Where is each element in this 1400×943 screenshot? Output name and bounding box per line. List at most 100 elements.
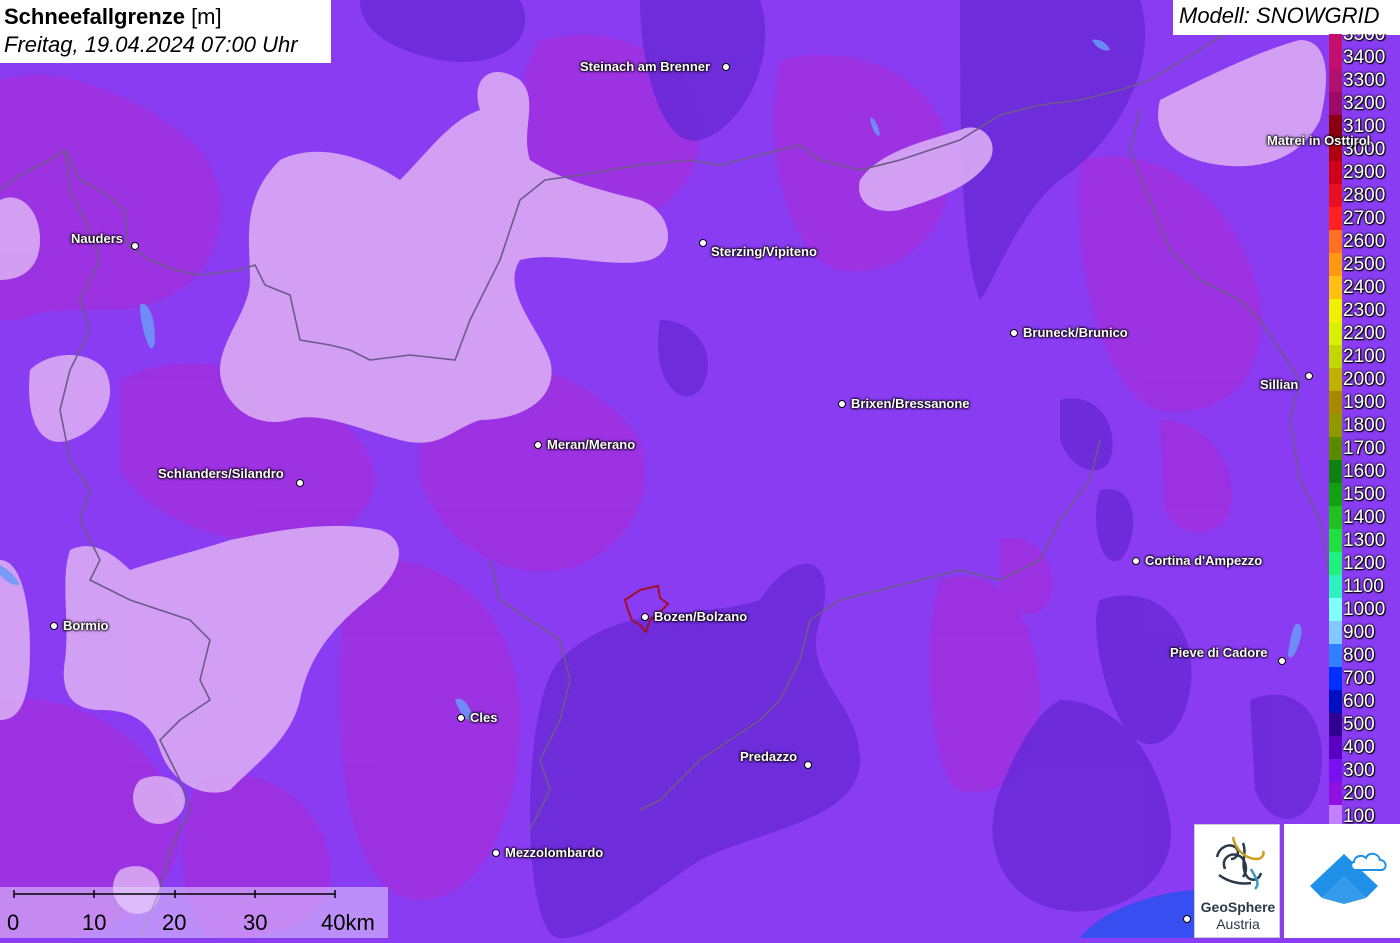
legend-row: 2200 (1329, 322, 1400, 345)
legend-swatch (1329, 621, 1342, 644)
color-legend: 3500 3400 3300 3200 3100 3000 2900 2800 2700 2600… (1329, 34, 1400, 824)
legend-swatch (1329, 253, 1342, 276)
legend-row: 700 (1329, 667, 1400, 690)
city-label: Cles (470, 710, 498, 725)
legend-row: 1700 (1329, 437, 1400, 460)
legend-swatch (1329, 805, 1342, 824)
legend-row: 2800 (1329, 184, 1400, 207)
legend-row: 2900 (1329, 161, 1400, 184)
legend-label: 700 (1343, 668, 1375, 689)
legend-label: 3200 (1343, 93, 1386, 114)
city-dot[interactable] (1132, 557, 1140, 565)
legend-row: 200 (1329, 782, 1400, 805)
city-dot[interactable] (131, 242, 139, 250)
legend-row: 1800 (1329, 414, 1400, 437)
legend-label: 3300 (1343, 70, 1386, 91)
legend-row: 2700 (1329, 207, 1400, 230)
legend-row: 800 (1329, 644, 1400, 667)
geosphere-emblem-icon (1215, 836, 1265, 890)
legend-label: 1600 (1343, 461, 1386, 482)
legend-row: 2500 (1329, 253, 1400, 276)
app-logo[interactable] (1284, 824, 1400, 938)
legend-label: 1400 (1343, 507, 1386, 528)
scale-label-20: 20 (162, 910, 187, 935)
legend-swatch (1329, 92, 1342, 115)
city-label: Meran/Merano (547, 437, 636, 452)
city-dot[interactable] (722, 63, 730, 71)
legend-swatch (1329, 736, 1342, 759)
legend-swatch (1329, 483, 1342, 506)
geosphere-name: GeoSphere (1200, 899, 1276, 915)
legend-swatch (1329, 552, 1342, 575)
city-label: Cortina d'Ampezzo (1145, 553, 1263, 568)
city-dot[interactable] (296, 479, 304, 487)
city-dot[interactable] (1183, 915, 1191, 923)
legend-swatch (1329, 276, 1342, 299)
legend-row: 1200 (1329, 552, 1400, 575)
legend-swatch (1329, 69, 1342, 92)
legend-label: 600 (1343, 691, 1375, 712)
scale-bar: 0 10 20 30 40km (0, 887, 388, 938)
legend-label: 2200 (1343, 323, 1386, 344)
legend-row: 3400 (1329, 46, 1400, 69)
legend-swatch (1329, 46, 1342, 69)
city-dot[interactable] (492, 849, 500, 857)
legend-label: 2600 (1343, 231, 1386, 252)
legend-swatch (1329, 667, 1342, 690)
legend-label: 2400 (1343, 277, 1386, 298)
city-dot[interactable] (838, 400, 846, 408)
legend-swatch (1329, 759, 1342, 782)
map-subtitle: Freitag, 19.04.2024 07:00 Uhr (4, 32, 298, 57)
city-label: Matrei in Osttirol (1267, 133, 1371, 148)
legend-label: 900 (1343, 622, 1375, 643)
scale-label-40: 40km (321, 910, 375, 935)
city-dot[interactable] (699, 239, 707, 247)
city-dot[interactable] (1305, 372, 1313, 380)
legend-row: 1000 (1329, 598, 1400, 621)
legend-label: 1000 (1343, 599, 1386, 620)
city-dot[interactable] (1278, 657, 1286, 665)
legend-row: 1500 (1329, 483, 1400, 506)
scale-label-30: 30 (243, 910, 268, 935)
legend-label: 2100 (1343, 346, 1386, 367)
legend-row: 400 (1329, 736, 1400, 759)
city-label: Schlanders/Silandro (158, 466, 284, 481)
city-dot[interactable] (50, 622, 58, 630)
legend-label: 1800 (1343, 415, 1386, 436)
city-dot[interactable] (641, 613, 649, 621)
city-label: Predazzo (740, 749, 798, 764)
geosphere-logo[interactable]: GeoSphere Austria (1194, 824, 1280, 938)
legend-label: 1100 (1343, 576, 1384, 597)
legend-swatch (1329, 299, 1342, 322)
legend-label: 1500 (1343, 484, 1386, 505)
legend-row: 500 (1329, 713, 1400, 736)
city-label: Nauders (71, 231, 124, 246)
legend-row: 1300 (1329, 529, 1400, 552)
legend-label: 400 (1343, 737, 1375, 758)
city-label: Bozen/Bolzano (654, 609, 748, 624)
legend-row: 900 (1329, 621, 1400, 644)
legend-swatch (1329, 414, 1342, 437)
legend-label: 2500 (1343, 254, 1386, 275)
city-dot[interactable] (1010, 329, 1018, 337)
title-unit: [m] (184, 4, 222, 29)
legend-swatch (1329, 230, 1342, 253)
legend-label: 1300 (1343, 530, 1386, 551)
legend-row: 2000 (1329, 368, 1400, 391)
legend-swatch (1329, 161, 1342, 184)
legend-label: 2300 (1343, 300, 1386, 321)
city-label: Sillian (1260, 377, 1299, 392)
city-dot[interactable] (804, 761, 812, 769)
legend-row: 1600 (1329, 460, 1400, 483)
legend-swatch (1329, 368, 1342, 391)
city-dot[interactable] (534, 441, 542, 449)
city-dot[interactable] (457, 714, 465, 722)
geosphere-country: Austria (1216, 916, 1260, 932)
scale-label-0: 0 (7, 910, 20, 935)
legend-label: 1200 (1343, 553, 1386, 574)
legend-swatch (1329, 184, 1342, 207)
legend-label: 2900 (1343, 162, 1386, 183)
legend-row: 2300 (1329, 299, 1400, 322)
legend-row: 1400 (1329, 506, 1400, 529)
legend-label: 2800 (1343, 185, 1386, 206)
